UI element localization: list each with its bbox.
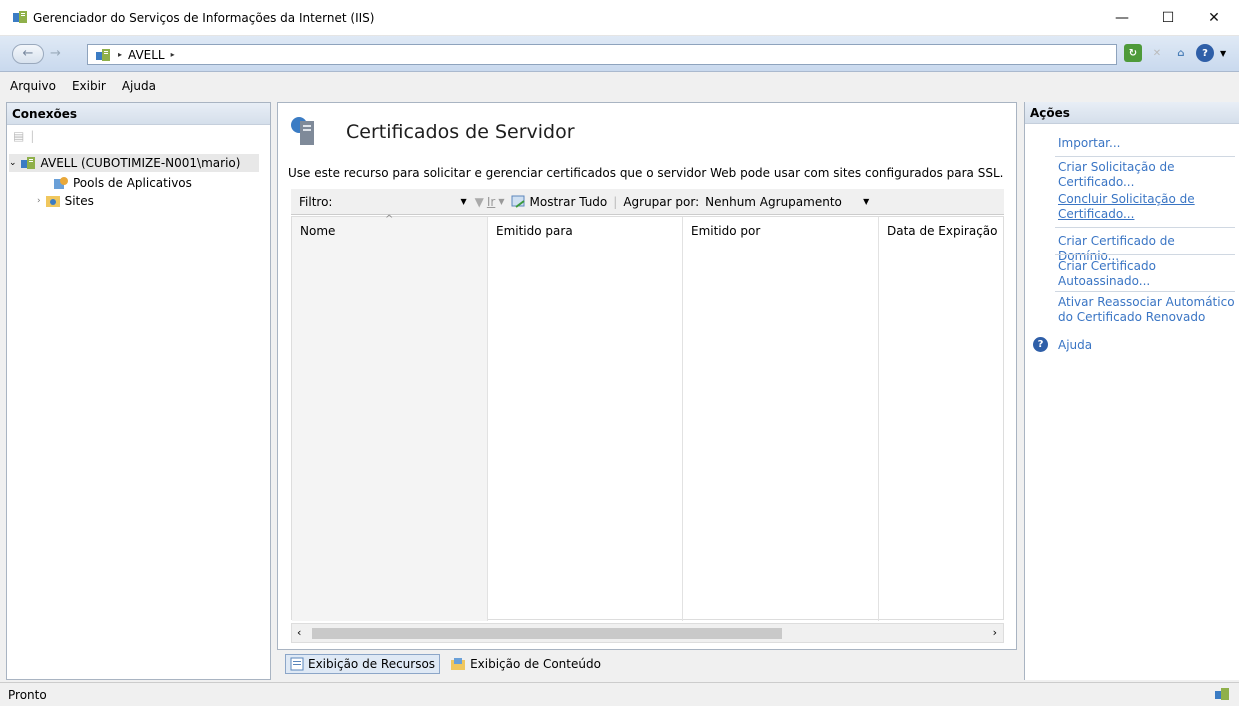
action-auto-rebind[interactable]: Ativar Reassociar Automático do Certific… [1058,295,1236,325]
horizontal-scrollbar[interactable]: ‹ › [291,623,1004,643]
features-view-icon [290,657,304,671]
column-header-data-expiracao[interactable]: Data de Expiração [879,217,1005,245]
go-dropdown-icon[interactable]: ▼ [498,197,504,206]
page-description: Use este recurso para solicitar e gerenc… [288,166,1004,180]
server-icon [96,48,112,61]
status-text: Pronto [8,687,47,702]
app-pool-icon [54,177,68,189]
window-title: Gerenciador do Serviços de Informações d… [33,11,375,25]
stop-icon[interactable]: ✕ [1148,44,1166,62]
action-create-request[interactable]: Criar Solicitação de Certificado... [1058,160,1236,190]
chevron-down-icon[interactable]: ▼ [1220,49,1226,58]
sites-folder-icon [45,196,60,207]
scroll-left-icon[interactable]: ‹ [297,626,301,639]
maximize-button[interactable]: ☐ [1145,0,1191,36]
connect-icon[interactable]: ▤ [13,129,24,143]
scroll-right-icon[interactable]: › [993,626,997,639]
feature-pane: Certificados de Servidor Use este recurs… [277,102,1017,680]
server-status-icon [1215,688,1229,700]
breadcrumb-item-avell[interactable]: AVELL [128,48,165,62]
menu-exibir[interactable]: Exibir [70,77,108,95]
tree-item-server[interactable]: ⌄ AVELL (CUBOTIMIZE-N001\mario) [9,154,259,172]
minimize-button[interactable]: — [1099,0,1145,36]
tab-label: Exibição de Conteúdo [470,657,601,671]
action-complete-request[interactable]: Concluir Solicitação de Certificado... [1058,192,1236,222]
action-divider [1055,254,1235,255]
feature-content: Certificados de Servidor Use este recurs… [277,102,1017,650]
menu-bar: Arquivo Exibir Ajuda [0,72,1239,100]
tab-label: Exibição de Recursos [308,657,436,671]
action-import[interactable]: Importar... [1058,136,1236,151]
iis-app-icon [13,11,27,23]
tree-item-app-pools[interactable]: Pools de Aplicativos [53,175,192,191]
title-bar: Gerenciador do Serviços de Informações d… [0,0,1239,36]
column-nome [292,217,488,621]
menu-arquivo[interactable]: Arquivo [8,77,58,95]
back-button[interactable]: ← [12,44,44,64]
tree-label: Pools de Aplicativos [73,176,192,190]
column-data-expiracao [879,217,1005,621]
actions-title: Ações [1025,102,1239,124]
action-divider [1055,291,1235,292]
action-create-self-signed[interactable]: Criar Certificado Autoassinado... [1058,259,1236,289]
address-bar: ← → ▸ AVELL ▸ ↻ ✕ ⌂ ? ▼ [0,36,1239,72]
certificates-table: Nome ^ Emitido para Emitido por Data de … [291,214,1005,621]
column-header-emitido-por[interactable]: Emitido por [683,217,879,245]
group-by-select[interactable]: Nenhum Agrupamento [705,195,863,209]
breadcrumb[interactable]: ▸ AVELL ▸ [87,44,1117,65]
refresh-icon[interactable]: ↻ [1124,44,1142,62]
go-button[interactable]: Ir [487,195,495,209]
status-bar: Pronto [0,682,1239,706]
filter-dropdown-icon[interactable]: ▼ [460,197,466,206]
column-emitido-para [488,217,683,621]
expand-chevron-icon[interactable]: › [37,196,41,206]
show-all-icon [511,195,525,208]
show-all-button[interactable]: Mostrar Tudo [530,195,608,209]
toolbar-divider: | [30,129,35,143]
view-tabs: Exibição de Recursos Exibição de Conteúd… [285,654,605,674]
action-divider [1055,156,1235,157]
sort-ascending-icon: ^ [385,214,394,225]
page-title: Certificados de Servidor [346,121,575,143]
forward-button[interactable]: → [50,46,80,62]
toolbar-divider: | [613,194,618,209]
action-help[interactable]: Ajuda [1058,338,1236,353]
connections-toolbar: ▤ | [7,125,270,147]
filter-bar: Filtro: ▼ ▼ Ir ▼ Mostrar Tudo | Agrupar … [291,189,1004,215]
address-tools: ↻ ✕ ⌂ ? ▼ [1124,44,1226,62]
group-by-chevron-icon[interactable]: ▼ [863,197,869,206]
filter-label: Filtro: [299,194,333,209]
home-icon[interactable]: ⌂ [1172,44,1190,62]
help-icon: ? [1033,337,1048,352]
server-icon [20,157,35,169]
scroll-thumb[interactable] [312,628,782,639]
column-header-emitido-para[interactable]: Emitido para [488,217,683,245]
tab-content-view[interactable]: Exibição de Conteúdo [446,655,605,673]
tab-features-view[interactable]: Exibição de Recursos [285,654,441,674]
connections-title: Conexões [7,103,270,125]
content-view-icon [451,658,466,670]
funnel-icon[interactable]: ▼ [475,195,484,209]
connections-pane: Conexões ▤ | ⌄ AVELL (CUBOTIMIZE-N001\ma… [6,102,271,680]
filter-input[interactable] [338,192,457,211]
help-icon[interactable]: ? [1196,44,1214,62]
close-button[interactable]: ✕ [1191,0,1237,36]
group-by-label: Agrupar por: [623,194,700,209]
menu-ajuda[interactable]: Ajuda [120,77,158,95]
actions-pane: Ações Importar... Criar Solicitação de C… [1024,102,1239,680]
tree-label: Sites [64,194,94,208]
breadcrumb-separator-icon: ▸ [118,50,123,59]
breadcrumb-separator-icon[interactable]: ▸ [171,50,175,59]
tree-item-sites[interactable]: › Sites [37,194,94,208]
action-divider [1055,227,1235,228]
tree-label: AVELL (CUBOTIMIZE-N001\mario) [40,156,241,170]
expand-chevron-icon[interactable]: ⌄ [9,158,17,168]
column-emitido-por [683,217,879,621]
server-certificates-icon [291,117,314,145]
